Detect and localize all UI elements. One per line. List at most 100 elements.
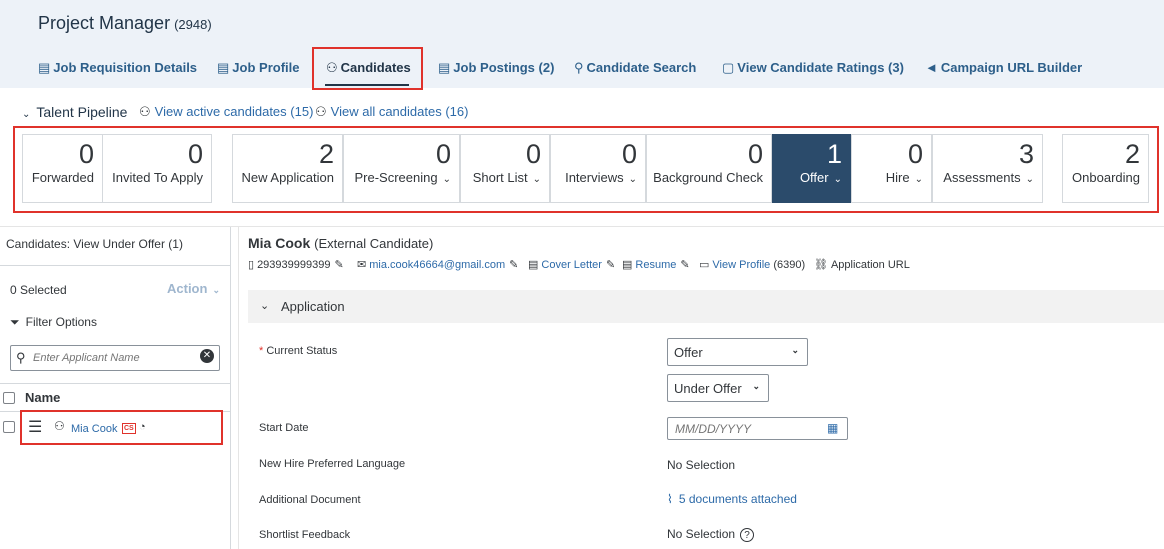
cover-letter-link[interactable]: Cover Letter [541, 259, 602, 271]
view-profile-info: ▭ View Profile (6390) [699, 259, 806, 271]
applicant-name-input[interactable] [33, 350, 193, 366]
status-select[interactable]: Offer ⌄ [667, 338, 808, 366]
profile-doc-icon: ▤ [217, 60, 230, 75]
edit-icon[interactable]: ✎ [680, 259, 689, 271]
stage-offer[interactable]: 1 Offer ⌄ [772, 134, 851, 203]
stage-interviews[interactable]: 0 Interviews ⌄ [550, 134, 646, 203]
email-info: ✉ mia.cook46664@gmail.com ✎ [357, 258, 518, 271]
current-status-label: * Current Status [259, 345, 338, 357]
search-icon: ⚲ [16, 350, 26, 365]
candidate-list-panel [0, 226, 231, 549]
chevron-down-icon: ⌄ [791, 345, 799, 355]
megaphone-icon: ◄ [925, 60, 938, 75]
document-icon: ▤ [528, 259, 539, 271]
filter-options-button[interactable]: ⏷ Filter Options [10, 315, 97, 330]
profile-card-icon: ▭ [699, 259, 710, 271]
application-section-header[interactable]: ⌄ Application [248, 290, 1164, 323]
start-date-label: Start Date [259, 422, 309, 434]
rss-icon: ◔ [139, 421, 146, 433]
list-view-title: Candidates: View Under Offer (1) [6, 237, 183, 251]
paperclip-icon: ⌇ [667, 492, 673, 506]
search-icon: ⚲ [574, 60, 584, 75]
person-icon: ⚇ [315, 104, 327, 119]
stage-background-check[interactable]: 0 Background Check [646, 134, 772, 203]
edit-icon[interactable]: ✎ [606, 259, 615, 271]
tab-job-profile[interactable]: ▤ Job Profile [217, 60, 299, 76]
application-url-info: ⛓ Application URL [814, 258, 910, 271]
select-all-checkbox[interactable] [3, 392, 15, 404]
selected-count: 0 Selected [10, 283, 67, 297]
stage-onboarding[interactable]: 2 Onboarding [1062, 134, 1149, 203]
tab-view-candidate-ratings[interactable]: ▢ View Candidate Ratings (3) [722, 60, 904, 76]
chevron-down-icon: ⌄ [22, 109, 31, 120]
shortlist-feedback-value: No Selection? [667, 527, 755, 542]
chevron-down-icon: ⌄ [752, 381, 760, 391]
view-profile-link[interactable]: View Profile [712, 259, 770, 271]
person-icon: ⚇ [139, 104, 151, 119]
stage-new-application[interactable]: 2 New Application [232, 134, 343, 203]
page-count: (2948) [174, 17, 212, 32]
tab-job-postings[interactable]: ▤ Job Postings (2) [438, 60, 554, 76]
postings-icon: ▤ [438, 60, 451, 75]
help-icon[interactable]: ? [740, 528, 755, 542]
divider [0, 265, 231, 266]
divider [0, 226, 1164, 227]
action-menu[interactable]: Action ⌄ [167, 281, 220, 296]
start-date-input[interactable] [675, 422, 815, 436]
document-icon: ▤ [38, 60, 51, 75]
clear-icon[interactable]: ✕ [200, 349, 214, 363]
chevron-down-icon: ⌄ [260, 300, 270, 312]
clipboard-icon: ▢ [722, 60, 735, 75]
phone-info: ▯ 293939999399 ✎ [248, 259, 344, 271]
mail-icon: ✉ [357, 259, 367, 271]
person-icon: ⚇ [54, 419, 65, 433]
stage-forwarded[interactable]: 0 Forwarded [22, 134, 103, 203]
drag-handle-icon[interactable]: ☰ [28, 417, 42, 437]
candidate-badge-icon: CS [122, 423, 136, 434]
tab-candidate-search[interactable]: ⚲ Candidate Search [574, 60, 696, 76]
chevron-down-icon: ⌄ [1025, 174, 1034, 185]
panel-divider [238, 226, 239, 549]
tab-campaign-url-builder[interactable]: ◄ Campaign URL Builder [925, 60, 1082, 75]
tab-job-requisition-details[interactable]: ▤ Job Requisition Details [38, 60, 197, 76]
chevron-down-icon: ⌄ [628, 174, 637, 185]
start-date-field[interactable]: ▦ [667, 417, 848, 440]
language-label: New Hire Preferred Language [259, 458, 406, 470]
link-icon: ⛓ [814, 259, 828, 271]
view-all-candidates-link[interactable]: ⚇ View all candidates (16) [315, 104, 468, 120]
additional-document-label: Additional Document [259, 494, 361, 506]
edit-icon[interactable]: ✎ [509, 259, 518, 271]
stage-invited-to-apply[interactable]: 0 Invited To Apply [102, 134, 212, 203]
stage-pre-screening[interactable]: 0 Pre-Screening ⌄ [343, 134, 460, 203]
resume-link[interactable]: Resume [635, 259, 676, 271]
divider [0, 383, 231, 384]
resume-info: ▤ Resume ✎ [622, 258, 690, 271]
chevron-down-icon: ⌄ [914, 174, 923, 185]
phone-icon: ▯ [248, 259, 255, 271]
document-icon: ▤ [622, 259, 633, 271]
stage-assessments[interactable]: 3 Assessments ⌄ [932, 134, 1043, 203]
chevron-down-icon: ⌄ [833, 174, 842, 185]
candidate-row-checkbox[interactable] [3, 421, 15, 433]
view-active-candidates-link[interactable]: ⚇ View active candidates (15) [139, 104, 313, 120]
filter-icon: ⏷ [10, 315, 20, 329]
email-link[interactable]: mia.cook46664@gmail.com [369, 259, 505, 271]
chevron-down-icon: ⌄ [532, 174, 541, 185]
candidate-name-link[interactable]: Mia Cook [71, 423, 117, 435]
chevron-down-icon: ⌄ [212, 285, 220, 295]
shortlist-feedback-label: Shortlist Feedback [259, 529, 351, 541]
page-title: Project Manager (2948) [38, 13, 212, 33]
documents-attached-link[interactable]: ⌇ 5 documents attached [667, 492, 797, 506]
applicant-search-box[interactable]: ⚲ ✕ [10, 345, 220, 371]
stage-short-list[interactable]: 0 Short List ⌄ [460, 134, 550, 203]
application-url-link[interactable]: Application URL [831, 259, 910, 271]
talent-pipeline-header[interactable]: ⌄ Talent Pipeline [22, 104, 127, 120]
chevron-down-icon: ⌄ [442, 174, 451, 185]
calendar-icon[interactable]: ▦ [827, 421, 838, 435]
cover-letter-info: ▤ Cover Letter ✎ [528, 258, 615, 271]
edit-icon[interactable]: ✎ [334, 259, 343, 271]
candidate-title: Mia Cook (External Candidate) [248, 235, 434, 251]
stage-hire[interactable]: 0 Hire ⌄ [851, 134, 932, 203]
highlight-box-tab [312, 47, 423, 90]
substatus-select[interactable]: Under Offer ⌄ [667, 374, 769, 402]
